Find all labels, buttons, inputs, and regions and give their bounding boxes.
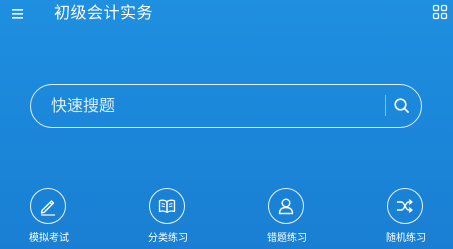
quick-icon-circle [268,188,304,224]
search-divider [385,95,386,116]
menu-button[interactable] [10,6,26,22]
shuffle-icon [396,199,413,213]
book-icon [158,199,176,213]
search-button[interactable] [393,97,410,114]
quick-action-label: 模拟考试 [29,233,69,244]
quick-action-label: 分类练习 [148,233,188,244]
hamburger-menu-icon [12,9,23,19]
quick-icon-circle [30,188,66,224]
app-title: 初级会计实务 [54,3,154,22]
app-screen: 初级会计实务 模拟考试 [0,0,453,249]
quick-action-label: 错题练习 [267,233,307,244]
top-bar: 初级会计实务 [0,0,453,28]
search-icon [394,98,409,113]
quick-action-label: 随机练习 [386,233,426,244]
search-box [30,84,422,128]
quick-icon-circle [387,188,423,224]
grid-apps-icon [432,4,448,20]
grid-menu-button[interactable] [432,4,448,20]
user-icon [278,198,294,215]
pencil-icon [40,200,55,216]
quick-icon-circle [149,188,185,224]
quick-action-mock-exam[interactable]: 模拟考试 [9,188,89,249]
quick-action-random-practice[interactable]: 随机练习 [366,188,446,249]
search-input[interactable] [51,85,381,126]
quick-action-wrong-questions[interactable]: 错题练习 [247,188,327,249]
quick-action-category-practice[interactable]: 分类练习 [128,188,208,249]
